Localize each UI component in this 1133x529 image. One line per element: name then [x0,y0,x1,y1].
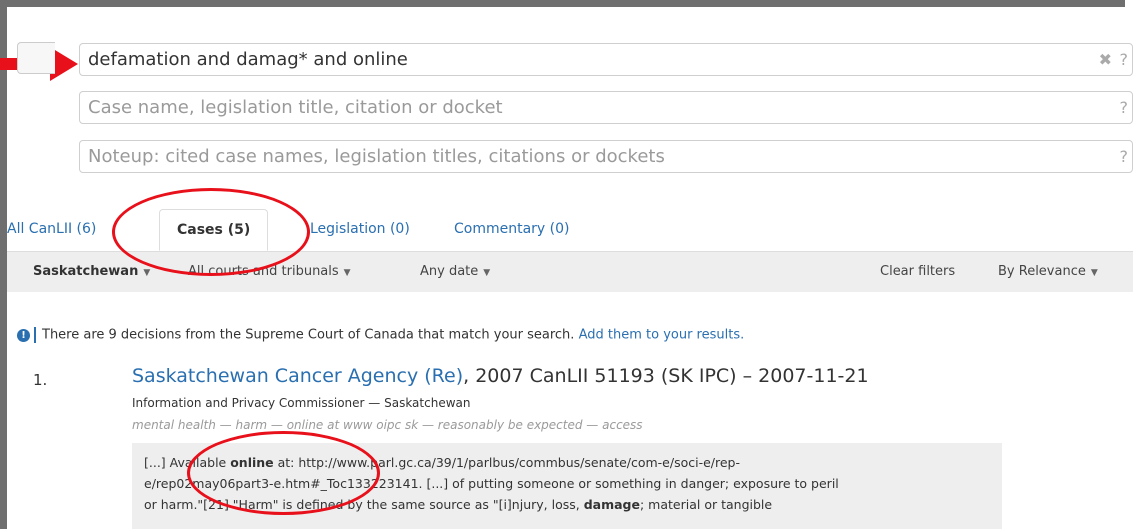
tab-commentary[interactable]: Commentary (0) [454,209,570,251]
snippet-highlight: damage [583,497,640,512]
chevron-down-icon: ▼ [1090,268,1098,278]
sort-label: By Relevance [998,264,1086,279]
noteup-input[interactable]: Noteup: cited case names, legislation ti… [79,140,1133,173]
divider [34,327,36,343]
result-court: Information and Privacy Commissioner — S… [132,396,471,410]
tab-all-canlii[interactable]: All CanLII (6) [7,209,96,251]
scc-notice: ! There are 9 decisions from the Supreme … [17,327,744,343]
result-title-link[interactable]: Saskatchewan Cancer Agency (Re) [132,365,463,387]
add-to-results-link[interactable]: Add them to your results. [579,328,745,343]
notice-text: There are 9 decisions from the Supreme C… [42,327,575,343]
result-citation: , 2007 CanLII 51193 (SK IPC) – 2007-11-2… [463,365,869,387]
result-keywords: mental health — harm — online at www oip… [132,418,643,432]
sort-dropdown[interactable]: By Relevance ▼ [998,252,1098,293]
clear-icon[interactable]: ✖ [1099,44,1112,75]
info-icon: ! [17,328,30,342]
search-options-button[interactable] [17,42,55,74]
snippet-text: ; material or tangible [640,497,773,512]
chevron-down-icon: ▼ [143,268,151,278]
help-icon[interactable]: ? [1120,92,1129,123]
search-input[interactable]: defamation and damag* and online ✖ ? [79,43,1133,76]
chevron-down-icon: ▼ [483,268,491,278]
noteup-placeholder: Noteup: cited case names, legislation ti… [88,146,665,167]
tab-legislation[interactable]: Legislation (0) [310,209,410,251]
case-name-placeholder: Case name, legislation title, citation o… [88,97,503,118]
date-filter[interactable]: Any date ▼ [420,252,490,293]
help-icon[interactable]: ? [1120,44,1129,75]
case-name-input[interactable]: Case name, legislation title, citation o… [79,91,1133,124]
clear-filters-button[interactable]: Clear filters [880,252,955,292]
result-title: Saskatchewan Cancer Agency (Re), 2007 Ca… [132,365,869,387]
jurisdiction-label: Saskatchewan [33,264,139,279]
result-number: 1. [33,371,48,389]
help-icon[interactable]: ? [1120,141,1129,172]
search-query-text: defamation and damag* and online [88,49,408,70]
annotation-circle-online [187,431,380,515]
chevron-down-icon: ▼ [343,268,351,278]
date-label: Any date [420,264,479,279]
annotation-circle-cases [112,188,310,276]
